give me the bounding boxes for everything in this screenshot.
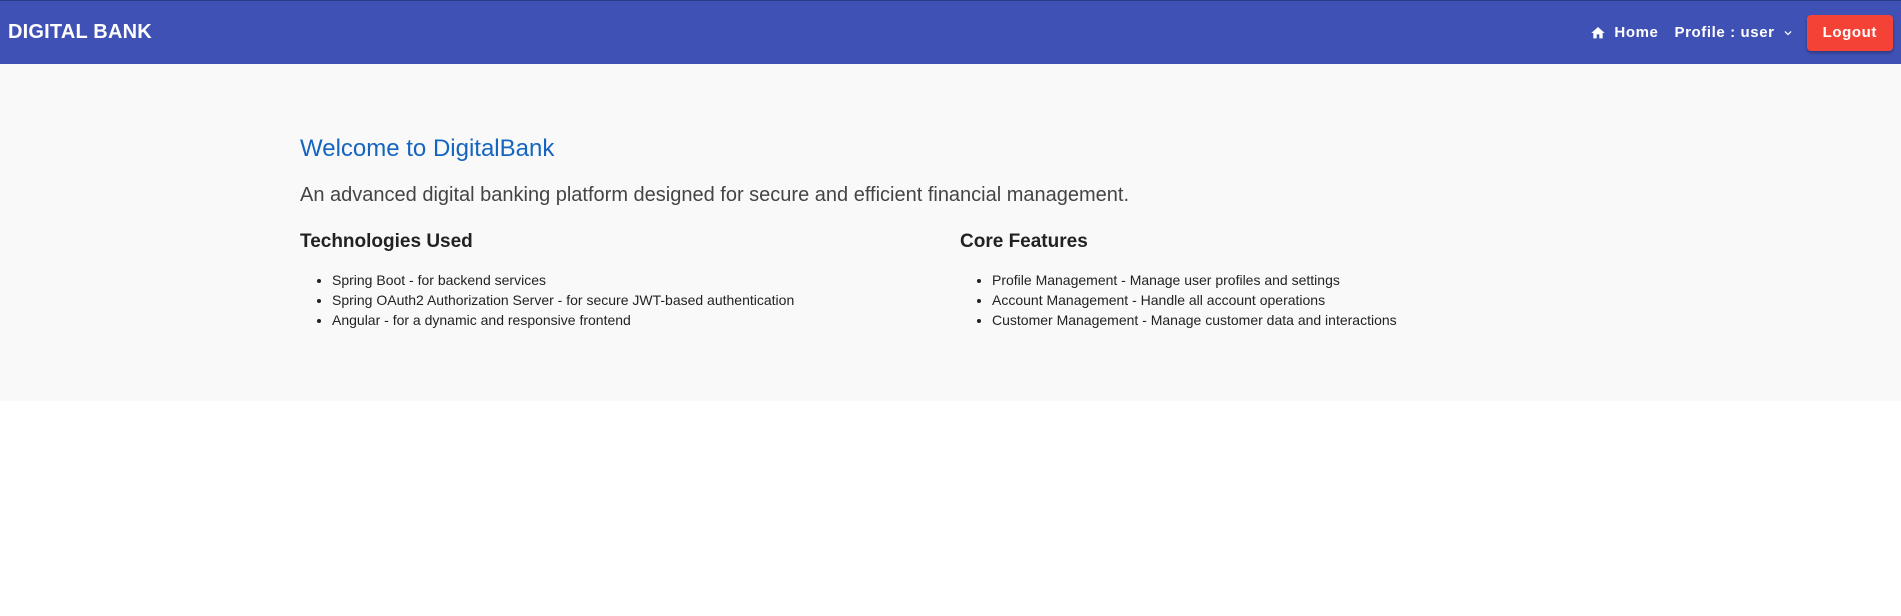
brand-title: DIGITAL BANK [8, 21, 152, 43]
features-heading: Core Features [960, 231, 1088, 252]
technologies-column: Technologies Used Spring Boot - for back… [300, 230, 960, 330]
profile-menu-button[interactable]: Profile : user [1666, 15, 1802, 51]
logout-button[interactable]: Logout [1806, 14, 1893, 51]
welcome-container: Welcome to DigitalBank An advanced digit… [300, 134, 1620, 330]
top-toolbar: DIGITAL BANK Home Profile : user Logout [0, 0, 1901, 64]
features-list: Profile Management - Manage user profile… [960, 270, 1620, 330]
list-item: Angular - for a dynamic and responsive f… [332, 310, 960, 330]
home-button[interactable]: Home [1582, 15, 1666, 51]
technologies-heading: Technologies Used [300, 231, 473, 252]
list-item: Spring Boot - for backend services [332, 270, 960, 290]
chevron-down-icon [1781, 26, 1795, 40]
list-item: Customer Management - Manage customer da… [992, 310, 1620, 330]
home-label: Home [1614, 24, 1659, 41]
profile-label: Profile : user [1674, 24, 1775, 41]
list-item: Account Management - Handle all account … [992, 290, 1620, 310]
page-title: Welcome to DigitalBank [300, 135, 555, 162]
page-subtitle: An advanced digital banking platform des… [300, 184, 1130, 206]
list-item: Spring OAuth2 Authorization Server - for… [332, 290, 960, 310]
features-column: Core Features Profile Management - Manag… [960, 230, 1620, 330]
list-item: Profile Management - Manage user profile… [992, 270, 1620, 290]
welcome-section: Welcome to DigitalBank An advanced digit… [0, 64, 1901, 401]
technologies-list: Spring Boot - for backend services Sprin… [300, 270, 960, 330]
top-nav: Home Profile : user Logout [1582, 14, 1893, 51]
home-icon [1590, 25, 1606, 41]
info-columns: Technologies Used Spring Boot - for back… [300, 230, 1620, 330]
